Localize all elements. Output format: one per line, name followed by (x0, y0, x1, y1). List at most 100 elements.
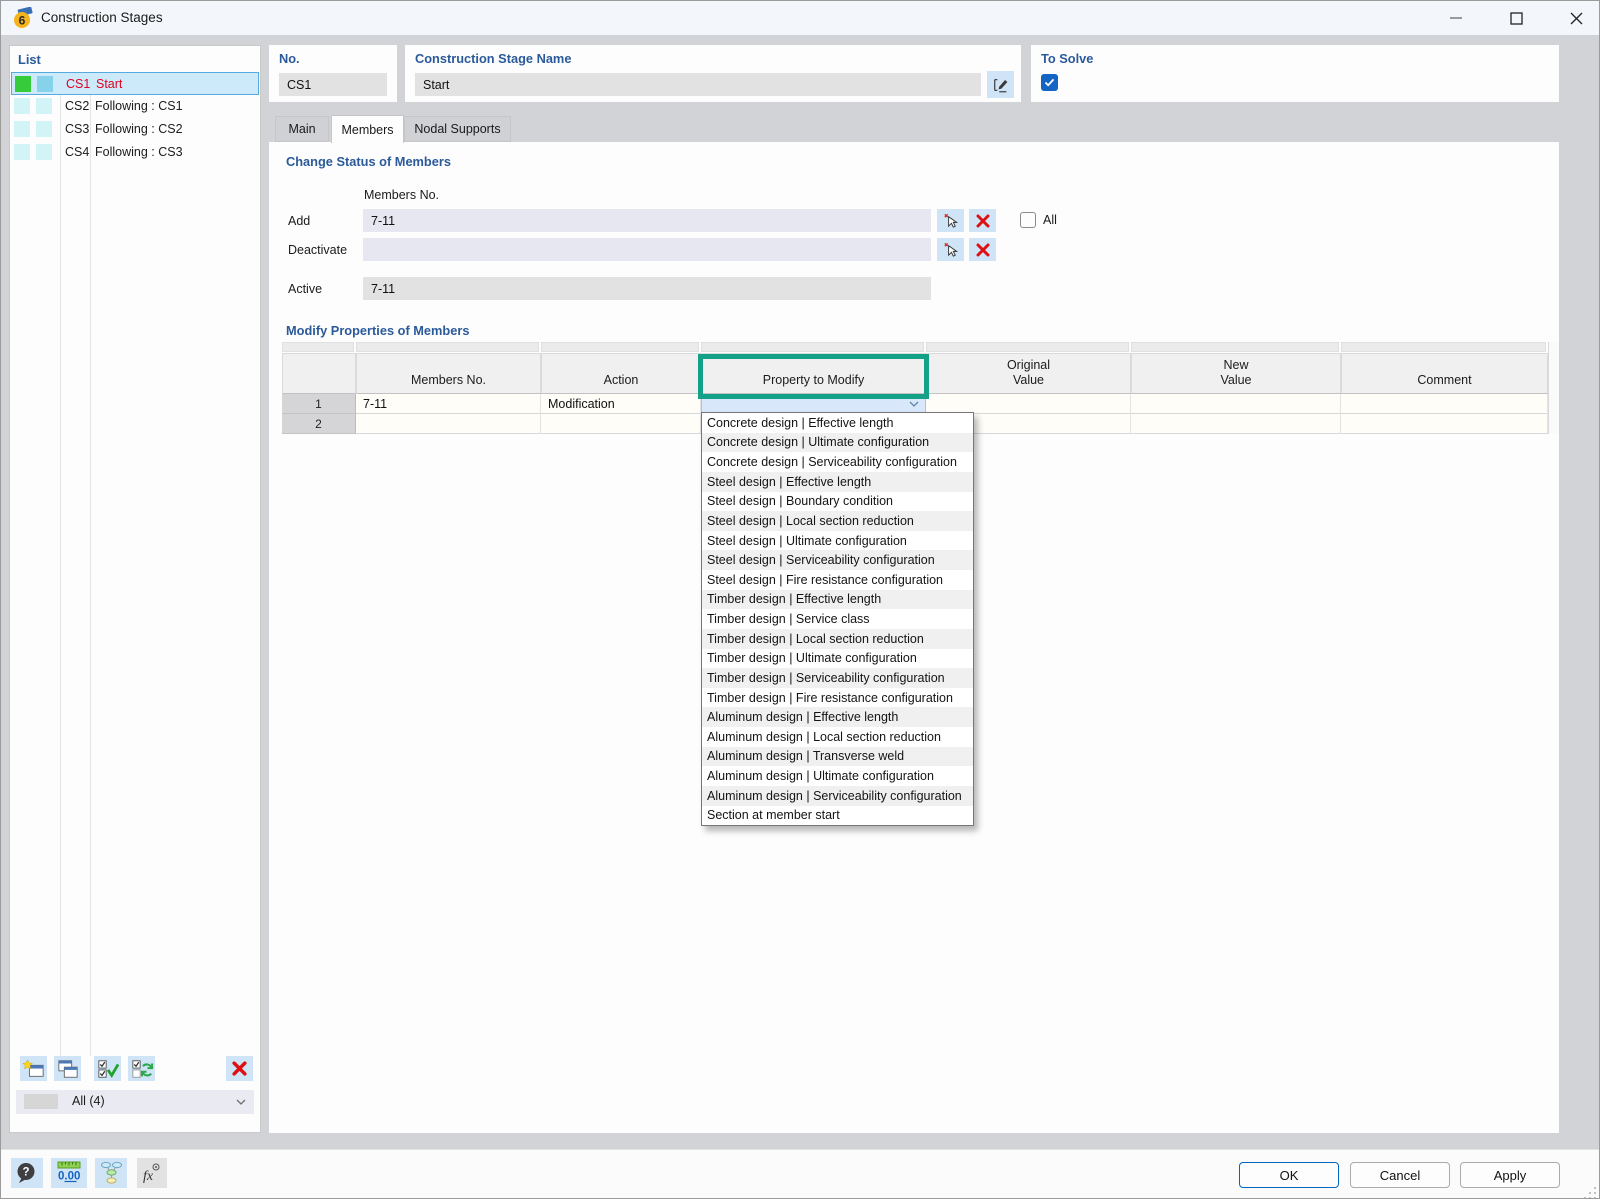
column-grip[interactable] (541, 342, 699, 352)
resize-grip[interactable] (1583, 1186, 1597, 1199)
dropdown-option[interactable]: Aluminum design | Ultimate configuration (702, 766, 973, 786)
comment-cell[interactable] (1341, 414, 1548, 434)
stage-id: CS4 (65, 145, 89, 159)
dropdown-option[interactable]: Aluminum design | Effective length (702, 707, 973, 727)
dropdown-option[interactable]: Aluminum design | Transverse weld (702, 747, 973, 767)
row-number-cell[interactable]: 2 (282, 414, 356, 434)
units-icon: 0.00 (55, 1160, 83, 1186)
ok-button[interactable]: OK (1239, 1162, 1339, 1188)
column-grip[interactable] (701, 342, 924, 352)
members-no-cell[interactable]: 7-11 (356, 394, 541, 414)
topology-view-button[interactable] (95, 1158, 127, 1188)
rename-stage-button[interactable] (987, 71, 1014, 98)
dropdown-option[interactable]: Aluminum design | Serviceability configu… (702, 786, 973, 806)
copy-stage-button[interactable] (54, 1056, 81, 1081)
stage-name-field[interactable]: Start (415, 73, 981, 96)
dropdown-option[interactable]: Timber design | Ultimate configuration (702, 649, 973, 669)
units-settings-button[interactable]: 0.00 (51, 1158, 87, 1188)
deactivate-members-input[interactable] (363, 238, 931, 261)
apply-button[interactable]: Apply (1460, 1162, 1560, 1188)
close-button[interactable] (1553, 1, 1599, 35)
tab-nodal-supports[interactable]: Nodal Supports (404, 116, 511, 142)
action-cell[interactable]: Modification (541, 394, 701, 414)
list-item-cs1[interactable]: CS1 Start (11, 72, 259, 95)
header-action: Action (541, 353, 701, 394)
cancel-label: Cancel (1380, 1168, 1420, 1183)
dropdown-option[interactable]: Concrete design | Effective length (702, 413, 973, 433)
change-status-heading: Change Status of Members (286, 154, 451, 169)
stage-no-field: CS1 (279, 73, 387, 96)
all-members-checkbox[interactable] (1020, 212, 1036, 228)
column-grip[interactable] (926, 342, 1129, 352)
dropdown-option[interactable]: Timber design | Local section reduction (702, 629, 973, 649)
row-number-cell[interactable]: 1 (282, 394, 356, 414)
minimize-button[interactable] (1433, 1, 1479, 35)
all-members-label: All (1043, 213, 1057, 227)
help-icon: ? (15, 1161, 39, 1185)
stage-list-panel: List CS1 Start CS2 Following : CS1 CS3 F… (9, 45, 261, 1133)
dropdown-option[interactable]: Aluminum design | Local section reductio… (702, 727, 973, 747)
original-value-cell[interactable] (926, 394, 1131, 414)
help-button[interactable]: ? (11, 1158, 43, 1188)
stage-status-swatch (14, 98, 30, 114)
select-pointer-icon (942, 241, 959, 258)
add-members-input[interactable]: 7-11 (363, 209, 931, 232)
column-grip[interactable] (1131, 342, 1339, 352)
window-title: Construction Stages (41, 10, 163, 25)
deactivate-pick-members-button[interactable] (937, 238, 964, 261)
formula-button[interactable]: fx (137, 1158, 167, 1188)
list-item-cs4[interactable]: CS4 Following : CS3 (11, 141, 259, 164)
header-original-value: Original Value (926, 353, 1131, 394)
dropdown-option[interactable]: Concrete design | Serviceability configu… (702, 452, 973, 472)
add-clear-button[interactable] (969, 209, 996, 232)
list-item-cs3[interactable]: CS3 Following : CS2 (11, 118, 259, 141)
dropdown-option[interactable]: Section at member start (702, 806, 973, 826)
dropdown-option[interactable]: Timber design | Service class (702, 609, 973, 629)
list-item-cs2[interactable]: CS2 Following : CS1 (11, 95, 259, 118)
dropdown-option[interactable]: Steel design | Serviceability configurat… (702, 550, 973, 570)
tab-main[interactable]: Main (275, 116, 329, 142)
to-solve-checkbox[interactable] (1041, 74, 1058, 91)
chevron-down-icon (236, 1099, 246, 1105)
comment-cell[interactable] (1341, 394, 1548, 414)
stage-status-swatch (15, 76, 31, 92)
new-value-cell[interactable] (1131, 394, 1341, 414)
cancel-button[interactable]: Cancel (1350, 1162, 1450, 1188)
dropdown-option[interactable]: Steel design | Effective length (702, 472, 973, 492)
maximize-button[interactable] (1493, 1, 1539, 35)
delete-stage-button[interactable] (226, 1056, 253, 1081)
dropdown-option[interactable]: Concrete design | Ultimate configuration (702, 433, 973, 453)
fx-icon: fx (140, 1161, 164, 1185)
members-no-cell[interactable] (356, 414, 541, 434)
new-stage-button[interactable] (20, 1056, 47, 1081)
tab-main-label: Main (288, 122, 315, 136)
filter-value: All (4) (72, 1094, 105, 1108)
header-comment: Comment (1341, 353, 1548, 394)
dropdown-option[interactable]: Steel design | Local section reduction (702, 511, 973, 531)
tab-nodal-supports-label: Nodal Supports (414, 122, 500, 136)
table-scrollbar-track[interactable] (1548, 342, 1559, 434)
action-cell[interactable] (541, 414, 701, 434)
dropdown-option[interactable]: Timber design | Serviceability configura… (702, 668, 973, 688)
new-value-cell[interactable] (1131, 414, 1341, 434)
delete-x-icon (976, 243, 990, 257)
list-filter-dropdown[interactable]: All (4) (16, 1090, 254, 1114)
modify-properties-heading: Modify Properties of Members (286, 323, 469, 338)
deactivate-clear-button[interactable] (969, 238, 996, 261)
filter-swatch (24, 1094, 58, 1109)
tab-members[interactable]: Members (331, 115, 404, 143)
dropdown-option[interactable]: Steel design | Ultimate configuration (702, 531, 973, 551)
invert-selection-button[interactable] (128, 1056, 155, 1081)
column-grip[interactable] (282, 342, 354, 352)
dropdown-option[interactable]: Steel design | Boundary condition (702, 492, 973, 512)
maximize-icon (1510, 12, 1523, 25)
column-grip[interactable] (356, 342, 539, 352)
dropdown-option[interactable]: Timber design | Effective length (702, 590, 973, 610)
select-all-button[interactable] (94, 1056, 121, 1081)
dropdown-option[interactable]: Steel design | Fire resistance configura… (702, 570, 973, 590)
stage-name-label: Construction Stage Name (415, 51, 571, 66)
column-grip[interactable] (1341, 342, 1546, 352)
add-pick-members-button[interactable] (937, 209, 964, 232)
active-label: Active (288, 282, 322, 296)
dropdown-option[interactable]: Timber design | Fire resistance configur… (702, 688, 973, 708)
